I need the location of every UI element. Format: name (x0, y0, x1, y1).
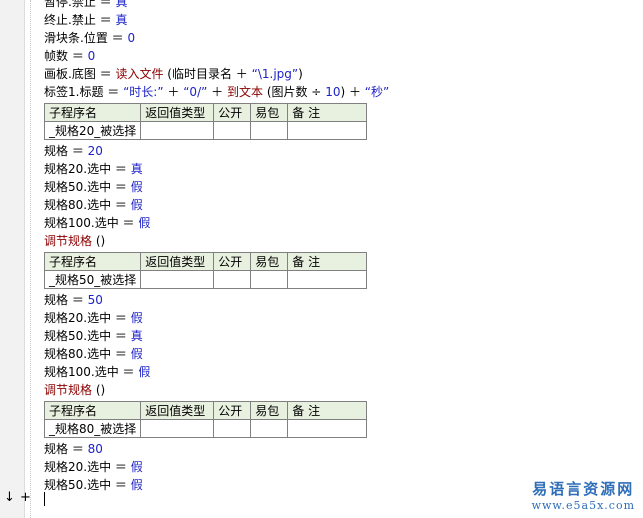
text-cursor (44, 492, 45, 506)
easy-pack-cell[interactable] (250, 419, 289, 438)
header-easy-pack: 易包 (250, 401, 289, 420)
code-line[interactable]: 终止.禁止 ＝ 真 (44, 11, 634, 29)
code-line[interactable]: 规格50.选中 ＝ 真 (44, 327, 634, 345)
code-line[interactable]: 规格80.选中 ＝ 假 (44, 196, 634, 214)
code-line[interactable]: 规格20.选中 ＝ 真 (44, 160, 634, 178)
expand-plus-icon[interactable]: + (20, 490, 31, 505)
arrow-down-icon[interactable]: ↓ (4, 490, 15, 505)
line-gutter (0, 0, 25, 518)
remark-cell[interactable] (287, 419, 368, 438)
return-type-cell[interactable] (140, 270, 215, 289)
code-line[interactable]: 标签1.标题 ＝ “时长:” ＋ “0/” ＋ 到文本 (图片数 ÷ 10) ＋… (44, 83, 634, 101)
return-type-cell[interactable] (140, 121, 215, 140)
header-return-type: 返回值类型 (140, 401, 215, 420)
code-line[interactable]: 规格20.选中 ＝ 假 (44, 458, 634, 476)
header-public: 公开 (213, 252, 252, 271)
sub-name-cell[interactable]: _规格20_被选择 (43, 121, 142, 140)
watermark: 易语言资源网 www.e5a5x.com (532, 478, 635, 512)
code-line[interactable]: 规格 ＝ 80 (44, 440, 634, 458)
sub-call[interactable]: 调节规格 (44, 234, 92, 248)
code-line[interactable]: 规格 ＝ 50 (44, 291, 634, 309)
remark-cell[interactable] (287, 270, 368, 289)
code-line[interactable]: 规格20.选中 ＝ 假 (44, 309, 634, 327)
code-line[interactable]: 规格80.选中 ＝ 假 (44, 345, 634, 363)
header-easy-pack: 易包 (250, 103, 289, 122)
header-easy-pack: 易包 (250, 252, 289, 271)
header-public: 公开 (213, 103, 252, 122)
return-type-cell[interactable] (140, 419, 215, 438)
subroutine-table[interactable]: 子程序名 返回值类型 公开 易包 备 注 _规格80_被选择 (43, 401, 368, 438)
header-remark: 备 注 (287, 252, 368, 271)
header-sub-name: 子程序名 (43, 103, 142, 122)
header-remark: 备 注 (287, 401, 368, 420)
code-editor[interactable]: 暂停.禁止 ＝ 真 终止.禁止 ＝ 真 滑块条.位置 ＝ 0 帧数 ＝ 0 画板… (43, 0, 634, 494)
public-cell[interactable] (213, 419, 252, 438)
code-line[interactable]: 暂停.禁止 ＝ 真 (44, 0, 634, 11)
sub-call[interactable]: 调节规格 (44, 383, 92, 397)
header-sub-name: 子程序名 (43, 401, 142, 420)
code-line[interactable]: 调节规格 () (44, 381, 634, 399)
code-line[interactable]: 帧数 ＝ 0 (44, 47, 634, 65)
header-public: 公开 (213, 401, 252, 420)
public-cell[interactable] (213, 121, 252, 140)
easy-pack-cell[interactable] (250, 270, 289, 289)
code-line[interactable]: 规格100.选中 ＝ 假 (44, 363, 634, 381)
watermark-title: 易语言资源网 (532, 480, 635, 498)
code-line[interactable]: 规格50.选中 ＝ 假 (44, 178, 634, 196)
easy-pack-cell[interactable] (250, 121, 289, 140)
sub-name-cell[interactable]: _规格80_被选择 (43, 419, 142, 438)
code-line[interactable]: 规格 ＝ 20 (44, 142, 634, 160)
code-line[interactable]: 调节规格 () (44, 232, 634, 250)
code-line[interactable]: 规格100.选中 ＝ 假 (44, 214, 634, 232)
header-return-type: 返回值类型 (140, 103, 215, 122)
subroutine-table[interactable]: 子程序名 返回值类型 公开 易包 备 注 _规格50_被选择 (43, 252, 368, 289)
header-remark: 备 注 (287, 103, 368, 122)
watermark-url: www.e5a5x.com (531, 499, 635, 512)
public-cell[interactable] (213, 270, 252, 289)
header-sub-name: 子程序名 (43, 252, 142, 271)
subroutine-table[interactable]: 子程序名 返回值类型 公开 易包 备 注 _规格20_被选择 (43, 103, 368, 140)
code-line[interactable]: 画板.底图 ＝ 读入文件 (临时目录名 ＋ “\1.jpg”) (44, 65, 634, 83)
sub-name-cell[interactable]: _规格50_被选择 (43, 270, 142, 289)
header-return-type: 返回值类型 (140, 252, 215, 271)
code-line[interactable]: 滑块条.位置 ＝ 0 (44, 29, 634, 47)
remark-cell[interactable] (287, 121, 368, 140)
gutter-divider (30, 0, 31, 518)
